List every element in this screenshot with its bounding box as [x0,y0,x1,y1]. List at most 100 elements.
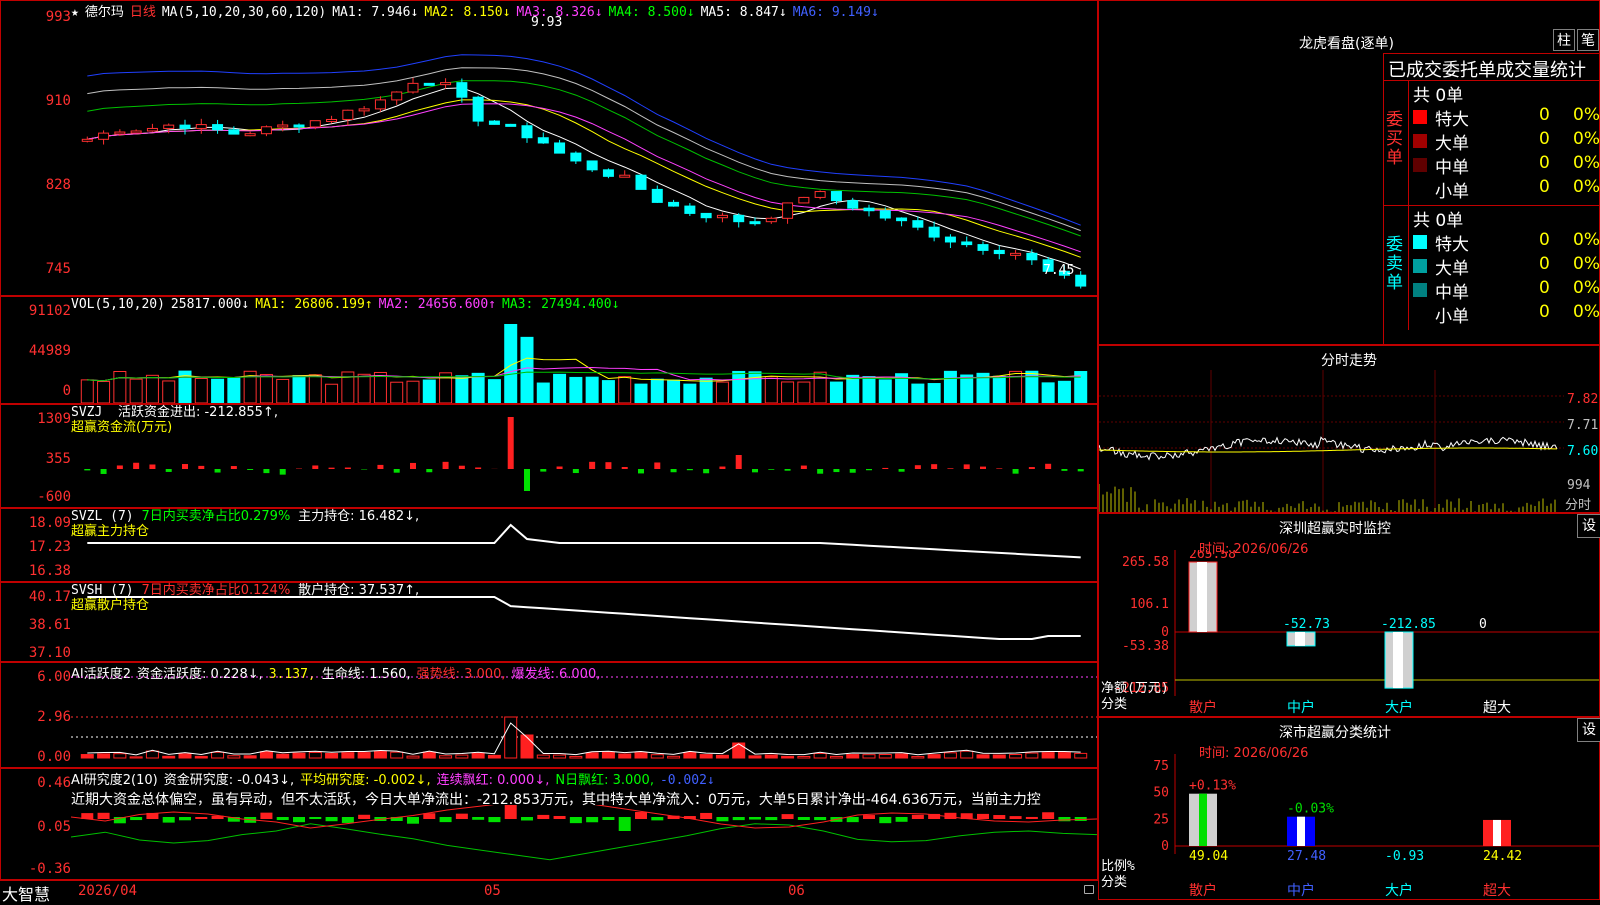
svzl-panel[interactable]: SVZL (7) 7日内买卖净占比0.279% 主力持仓: 16.482↓, 超… [0,508,1098,582]
order-swatch [1413,110,1427,124]
flow-bar [866,469,872,470]
candlestick-chart[interactable] [71,15,1097,295]
buy-section: 委买单 共 0单 特大00%大单00%中单00%小单00% [1384,81,1600,206]
flow-bar [996,468,1002,469]
monitor-settings-button[interactable]: 设 [1577,514,1600,538]
order-row: 特大00% [1409,230,1600,254]
research-bar [619,817,631,831]
flow-bar [947,468,953,469]
svzj-panel[interactable]: SVZJ 活跃资金进出: -212.855↑, 超赢资金流(万元) 1309 3… [0,404,1098,508]
intraday-chart[interactable] [1099,370,1564,512]
research-bar [749,817,761,820]
classify-ytick: 0 [1161,839,1169,854]
fund-flow-chart[interactable] [71,409,1097,507]
activity-bar [326,753,338,758]
activity-bar [814,753,826,758]
order-name: 小单 [1435,302,1469,327]
volume-bar [472,373,484,403]
volume-bar [961,375,973,403]
volume-bar [668,380,680,403]
monitor-bar-label: -212.85 [1381,617,1436,632]
activity-line [87,723,1080,755]
candle-body [196,125,206,129]
volume-bar [619,377,631,403]
volume-panel[interactable]: VOL(5,10,20)25817.000↓MA1: 26806.199↑MA2… [0,296,1098,404]
flow-bar [247,469,253,470]
monitor-xlabel: 分类 [1101,697,1127,712]
flow-bar [964,464,970,469]
monitor-bar-label: 0 [1479,617,1487,632]
vol-ma3: MA3: 27494.400↓ [502,297,619,312]
research-bar [98,813,110,819]
activity-bar [586,753,598,758]
kline-panel[interactable]: ★德尔玛日线MA(5,10,20,30,60,120)MA1: 7.946↓MA… [0,0,1098,296]
research-bar [635,812,647,819]
net-amount-bar-chart[interactable]: 265.58106.10-53.38-212.85265.58散户-52.73中… [1099,550,1599,718]
volume-bar [586,377,598,403]
activity-bar [896,754,908,758]
flow-bar [850,469,856,473]
candle-body [978,245,988,251]
ai-active-panel[interactable]: AI活跃度2资金活跃度: 0.228↓,3.137,生命线: 1.560,强势线… [0,662,1098,768]
fenshi-ytick: 7.71 [1567,418,1598,433]
order-value: 0 [1539,105,1550,125]
fenshi-vol: 994 [1567,478,1590,493]
research-chart[interactable] [71,805,1097,879]
monitor-panel[interactable]: 深圳超赢实时监控 设 时间: 2026/06/26 265.58106.10-5… [1098,513,1600,717]
retail-holding-chart[interactable] [71,583,1097,661]
research-bar [326,817,338,821]
volume-bar [716,382,728,403]
flow-bar [703,469,709,473]
order-swatch [1413,182,1427,196]
bar-view-button[interactable]: 柱 [1553,29,1575,51]
candle-body [457,83,467,98]
research-bar [977,814,989,819]
lhb-tabs[interactable]: 已成交委托单成交量统计 [1384,54,1600,81]
ai-research-panel[interactable]: AI研究度2(10)资金研究度: -0.043↓,平均研究度: -0.002↓,… [0,768,1098,880]
ratio-bar-chart[interactable]: 755025049.04散户27.48中户-0.93大户24.42超大+0.13… [1099,754,1599,901]
candle-body [945,237,955,242]
kline-ytick: 993 [1,9,71,25]
candle-body [897,218,907,221]
volume-bar [277,379,289,403]
svzj-ytick: -600 [1,489,71,505]
candle-body [343,110,353,119]
candle-body [538,138,548,143]
lock-icon[interactable] [1084,885,1094,894]
flow-bar [459,466,465,469]
volume-bar [537,383,549,403]
activity-chart[interactable] [71,663,1097,767]
order-name: 小单 [1435,177,1469,202]
classify-panel[interactable]: 深市超赢分类统计 设 时间: 2026/06/26 755025049.04散户… [1098,717,1600,900]
activity-bar [440,756,452,758]
x-tick: 2026/04 [78,883,137,899]
volume-chart[interactable] [71,311,1097,403]
flow-bar [589,462,595,469]
classify-settings-button[interactable]: 设 [1577,718,1600,742]
research-bar [782,814,794,819]
monitor-bar-label: 265.58 [1189,550,1236,562]
main-force-holding-chart[interactable] [71,509,1097,581]
volume-bar [847,375,859,403]
research-bar [179,817,191,820]
vol-ma2: MA2: 24656.600↑ [379,297,496,312]
flow-bar [1029,467,1035,469]
ratio-change-label: +0.13% [1189,779,1236,794]
fenshi-panel[interactable]: 分时走势 7.82 7.71 7.60 994 分时 [1098,345,1600,513]
tick-view-button[interactable]: 笔 [1577,29,1599,51]
research-bar [293,817,305,822]
flow-bar [1061,469,1067,471]
research-bar [195,817,207,819]
order-row: 小单00% [1409,177,1600,201]
flow-bar [377,465,383,469]
svsh-panel[interactable]: SVSH (7) 7日内买卖净占比0.124% 散户持仓: 37.537↑, 超… [0,582,1098,662]
vol-name: VOL(5,10,20) [71,297,165,312]
buy-row-list: 特大00%大单00%中单00%小单00% [1409,105,1600,201]
order-value: 0 [1539,129,1550,149]
vol-ytick: 0 [1,383,71,399]
activity-bar [358,753,370,758]
activity-bar [733,743,745,758]
candle-body [685,206,695,213]
bottom-axis: 大智慧 2026/04 05 06 [0,880,1098,901]
svzj-ytick: 355 [1,451,71,467]
